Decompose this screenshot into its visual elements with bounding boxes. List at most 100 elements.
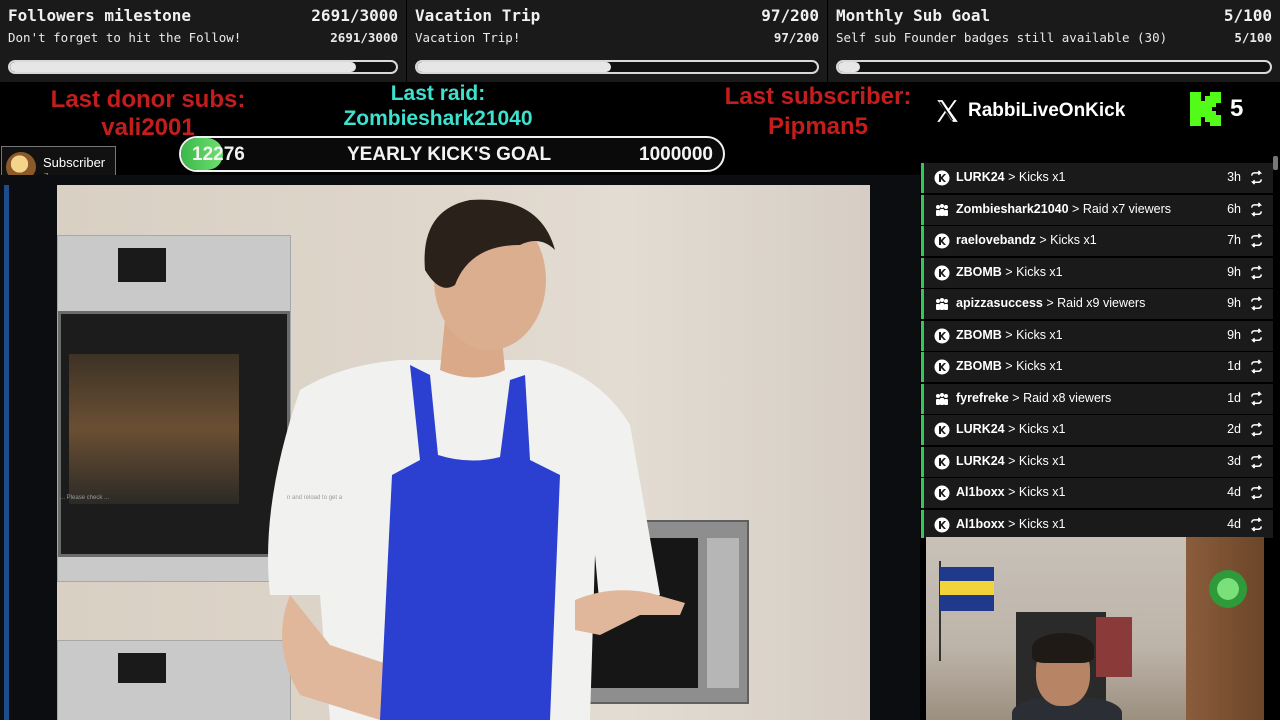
yearly-current: 12276	[192, 144, 245, 165]
goal-progress-fill	[10, 62, 357, 72]
event-row[interactable]: ZBOMB > Kicks x1 9h	[921, 320, 1273, 351]
goal-bars: Followers milestone 2691/3000 Don't forg…	[0, 0, 1280, 82]
yearly-kicks-goal-bar: 12276 YEARLY KICK'S GOAL 1000000	[179, 136, 725, 172]
goal-progress-bar	[415, 60, 819, 74]
event-time: 3h	[1227, 170, 1241, 184]
overlay-error-text-left: ... Please check ...	[60, 495, 110, 501]
raid-event-icon	[936, 392, 948, 405]
kick-event-icon	[934, 233, 950, 249]
replay-icon[interactable]	[1249, 327, 1264, 343]
event-row[interactable]: Al1boxx > Kicks x1 4d	[921, 478, 1273, 508]
raid-event-icon	[936, 203, 948, 216]
social-handle-text: RabbiLiveOnKick	[968, 100, 1126, 121]
event-text: LURK24 > Kicks x1	[956, 422, 1065, 436]
replay-icon[interactable]	[1249, 485, 1264, 500]
event-row[interactable]: fyrefreke > Raid x8 viewers 1d	[921, 383, 1273, 414]
event-text: ZBOMB > Kicks x1	[956, 359, 1063, 373]
goal-count-secondary: 2691/3000	[330, 30, 398, 45]
last-subscriber-name: Pipman5	[767, 113, 869, 140]
recent-events-list[interactable]: LURK24 > Kicks x1 3h Zombieshark21040 > Ra…	[920, 160, 1280, 538]
last-subscriber-label: Last subscriber:	[724, 83, 912, 110]
replay-icon[interactable]	[1249, 390, 1264, 406]
kick-event-icon	[934, 265, 950, 280]
event-user: LURK24	[956, 422, 1005, 436]
replay-icon[interactable]	[1249, 233, 1264, 248]
goal-title: Followers milestone	[8, 6, 192, 25]
event-action: Kicks x1	[1018, 516, 1066, 531]
event-time: 1d	[1227, 359, 1241, 373]
goal-monthly-sub: Monthly Sub Goal 5/100 Self sub Founder …	[828, 0, 1280, 82]
event-row[interactable]: apizzasuccess > Raid x9 viewers 9h	[921, 289, 1273, 319]
event-text: ZBOMB > Kicks x1	[956, 328, 1063, 342]
event-action: Kicks x1	[1016, 327, 1063, 342]
replay-icon[interactable]	[1249, 453, 1264, 469]
event-separator: >	[1004, 170, 1019, 184]
event-user: fyrefreke	[956, 390, 1009, 405]
event-user: ZBOMB	[956, 327, 1002, 342]
event-row[interactable]: Zombieshark21040 > Raid x7 viewers 6h	[921, 194, 1273, 225]
yearly-title: YEARLY KICK'S GOAL	[347, 144, 552, 165]
flag	[940, 567, 994, 611]
event-user: LURK24	[956, 170, 1005, 184]
event-time: 6h	[1227, 201, 1241, 216]
event-row[interactable]: LURK24 > Kicks x1 3d	[921, 446, 1273, 477]
event-row[interactable]: Al1boxx > Kicks x1 4d	[921, 509, 1273, 538]
goal-progress-bar	[836, 60, 1272, 74]
goal-progress-fill	[417, 62, 611, 72]
event-separator: >	[1068, 201, 1083, 216]
event-time: 7h	[1227, 233, 1241, 247]
event-separator: >	[1008, 390, 1024, 405]
event-action: Kicks x1	[1016, 359, 1063, 373]
event-row[interactable]: raelovebandz > Kicks x1 7h	[921, 226, 1273, 256]
replay-icon[interactable]	[1249, 422, 1264, 437]
event-separator: >	[1042, 296, 1058, 310]
event-time: 3d	[1227, 453, 1241, 468]
goal-title: Monthly Sub Goal	[836, 6, 991, 25]
stream-video[interactable]: ... Please check ... n and reload to get…	[0, 175, 920, 720]
goal-count-secondary: 97/200	[773, 30, 819, 45]
goal-count: 97/200	[761, 6, 819, 25]
x-logo-icon	[937, 100, 958, 122]
replay-icon[interactable]	[1249, 296, 1264, 311]
event-text: apizzasuccess > Raid x9 viewers	[956, 296, 1145, 310]
kick-event-icon	[934, 517, 950, 532]
replay-icon[interactable]	[1249, 359, 1264, 374]
event-time: 1d	[1227, 390, 1241, 405]
event-separator: >	[1035, 233, 1051, 247]
goal-subtitle: Don't forget to hit the Follow!	[8, 30, 242, 45]
event-row[interactable]: ZBOMB > Kicks x1 9h	[921, 257, 1273, 288]
event-separator: >	[1001, 359, 1017, 373]
kick-event-icon	[934, 454, 950, 469]
event-row[interactable]: LURK24 > Kicks x1 2d	[921, 415, 1273, 445]
events-scrollbar[interactable]	[1273, 156, 1278, 170]
webcam-feed	[926, 537, 1264, 720]
event-separator: >	[1001, 327, 1017, 342]
event-user: ZBOMB	[956, 264, 1002, 279]
event-action: Raid x9 viewers	[1057, 296, 1146, 310]
event-text: LURK24 > Kicks x1	[956, 170, 1065, 184]
event-row[interactable]: LURK24 > Kicks x1 3h	[921, 163, 1273, 193]
event-action: Kicks x1	[1018, 422, 1066, 436]
event-text: LURK24 > Kicks x1	[956, 454, 1065, 468]
event-text: fyrefreke > Raid x8 viewers	[956, 391, 1111, 405]
replay-icon[interactable]	[1249, 264, 1264, 280]
goal-subtitle: Vacation Trip!	[415, 30, 521, 45]
event-text: Zombieshark21040 > Raid x7 viewers	[956, 202, 1171, 216]
replay-icon[interactable]	[1249, 201, 1264, 217]
replay-icon[interactable]	[1249, 170, 1264, 185]
kick-logo-icon	[1190, 92, 1221, 126]
kick-event-icon	[934, 328, 950, 343]
event-time: 4d	[1227, 485, 1241, 499]
event-separator: >	[1001, 264, 1017, 279]
goal-progress-bar	[8, 60, 398, 74]
goal-progress-fill	[838, 62, 860, 72]
event-user: LURK24	[956, 453, 1005, 468]
event-action: Kicks x1	[1018, 453, 1066, 468]
kick-event-icon	[934, 422, 950, 438]
replay-icon[interactable]	[1249, 516, 1264, 532]
kick-event-icon	[934, 485, 950, 501]
social-handle[interactable]: RabbiLiveOnKick	[934, 96, 1125, 126]
event-text: Al1boxx > Kicks x1	[956, 517, 1065, 531]
event-row[interactable]: ZBOMB > Kicks x1 1d	[921, 352, 1273, 382]
event-time: 9h	[1227, 264, 1241, 279]
